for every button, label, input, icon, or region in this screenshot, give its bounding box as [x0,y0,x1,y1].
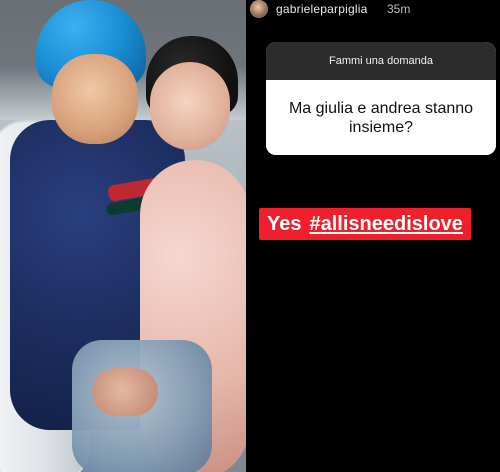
story-photo [0,0,246,472]
hashtag-link[interactable]: #allisneedislove [309,213,462,236]
question-text: Ma giulia e andrea stanno insieme? [288,99,474,136]
answer-prefix: Yes [267,212,302,235]
question-sticker-body: Ma giulia e andrea stanno insieme? [266,80,496,155]
story-panel: gabrieleparpiglia 35m Fammi una domanda … [246,0,500,472]
person-face-2 [150,62,230,150]
avatar[interactable] [250,0,268,18]
question-sticker-title: Fammi una domanda [266,42,496,80]
username[interactable]: gabrieleparpiglia [276,2,367,16]
story-header: gabrieleparpiglia 35m [246,0,500,20]
question-sticker: Fammi una domanda Ma giulia e andrea sta… [266,42,496,155]
answer-text: Yes #allisneedislove [259,208,471,240]
person-face-1 [52,54,138,144]
exposed-knee [92,368,158,416]
post-time: 35m [387,2,411,16]
